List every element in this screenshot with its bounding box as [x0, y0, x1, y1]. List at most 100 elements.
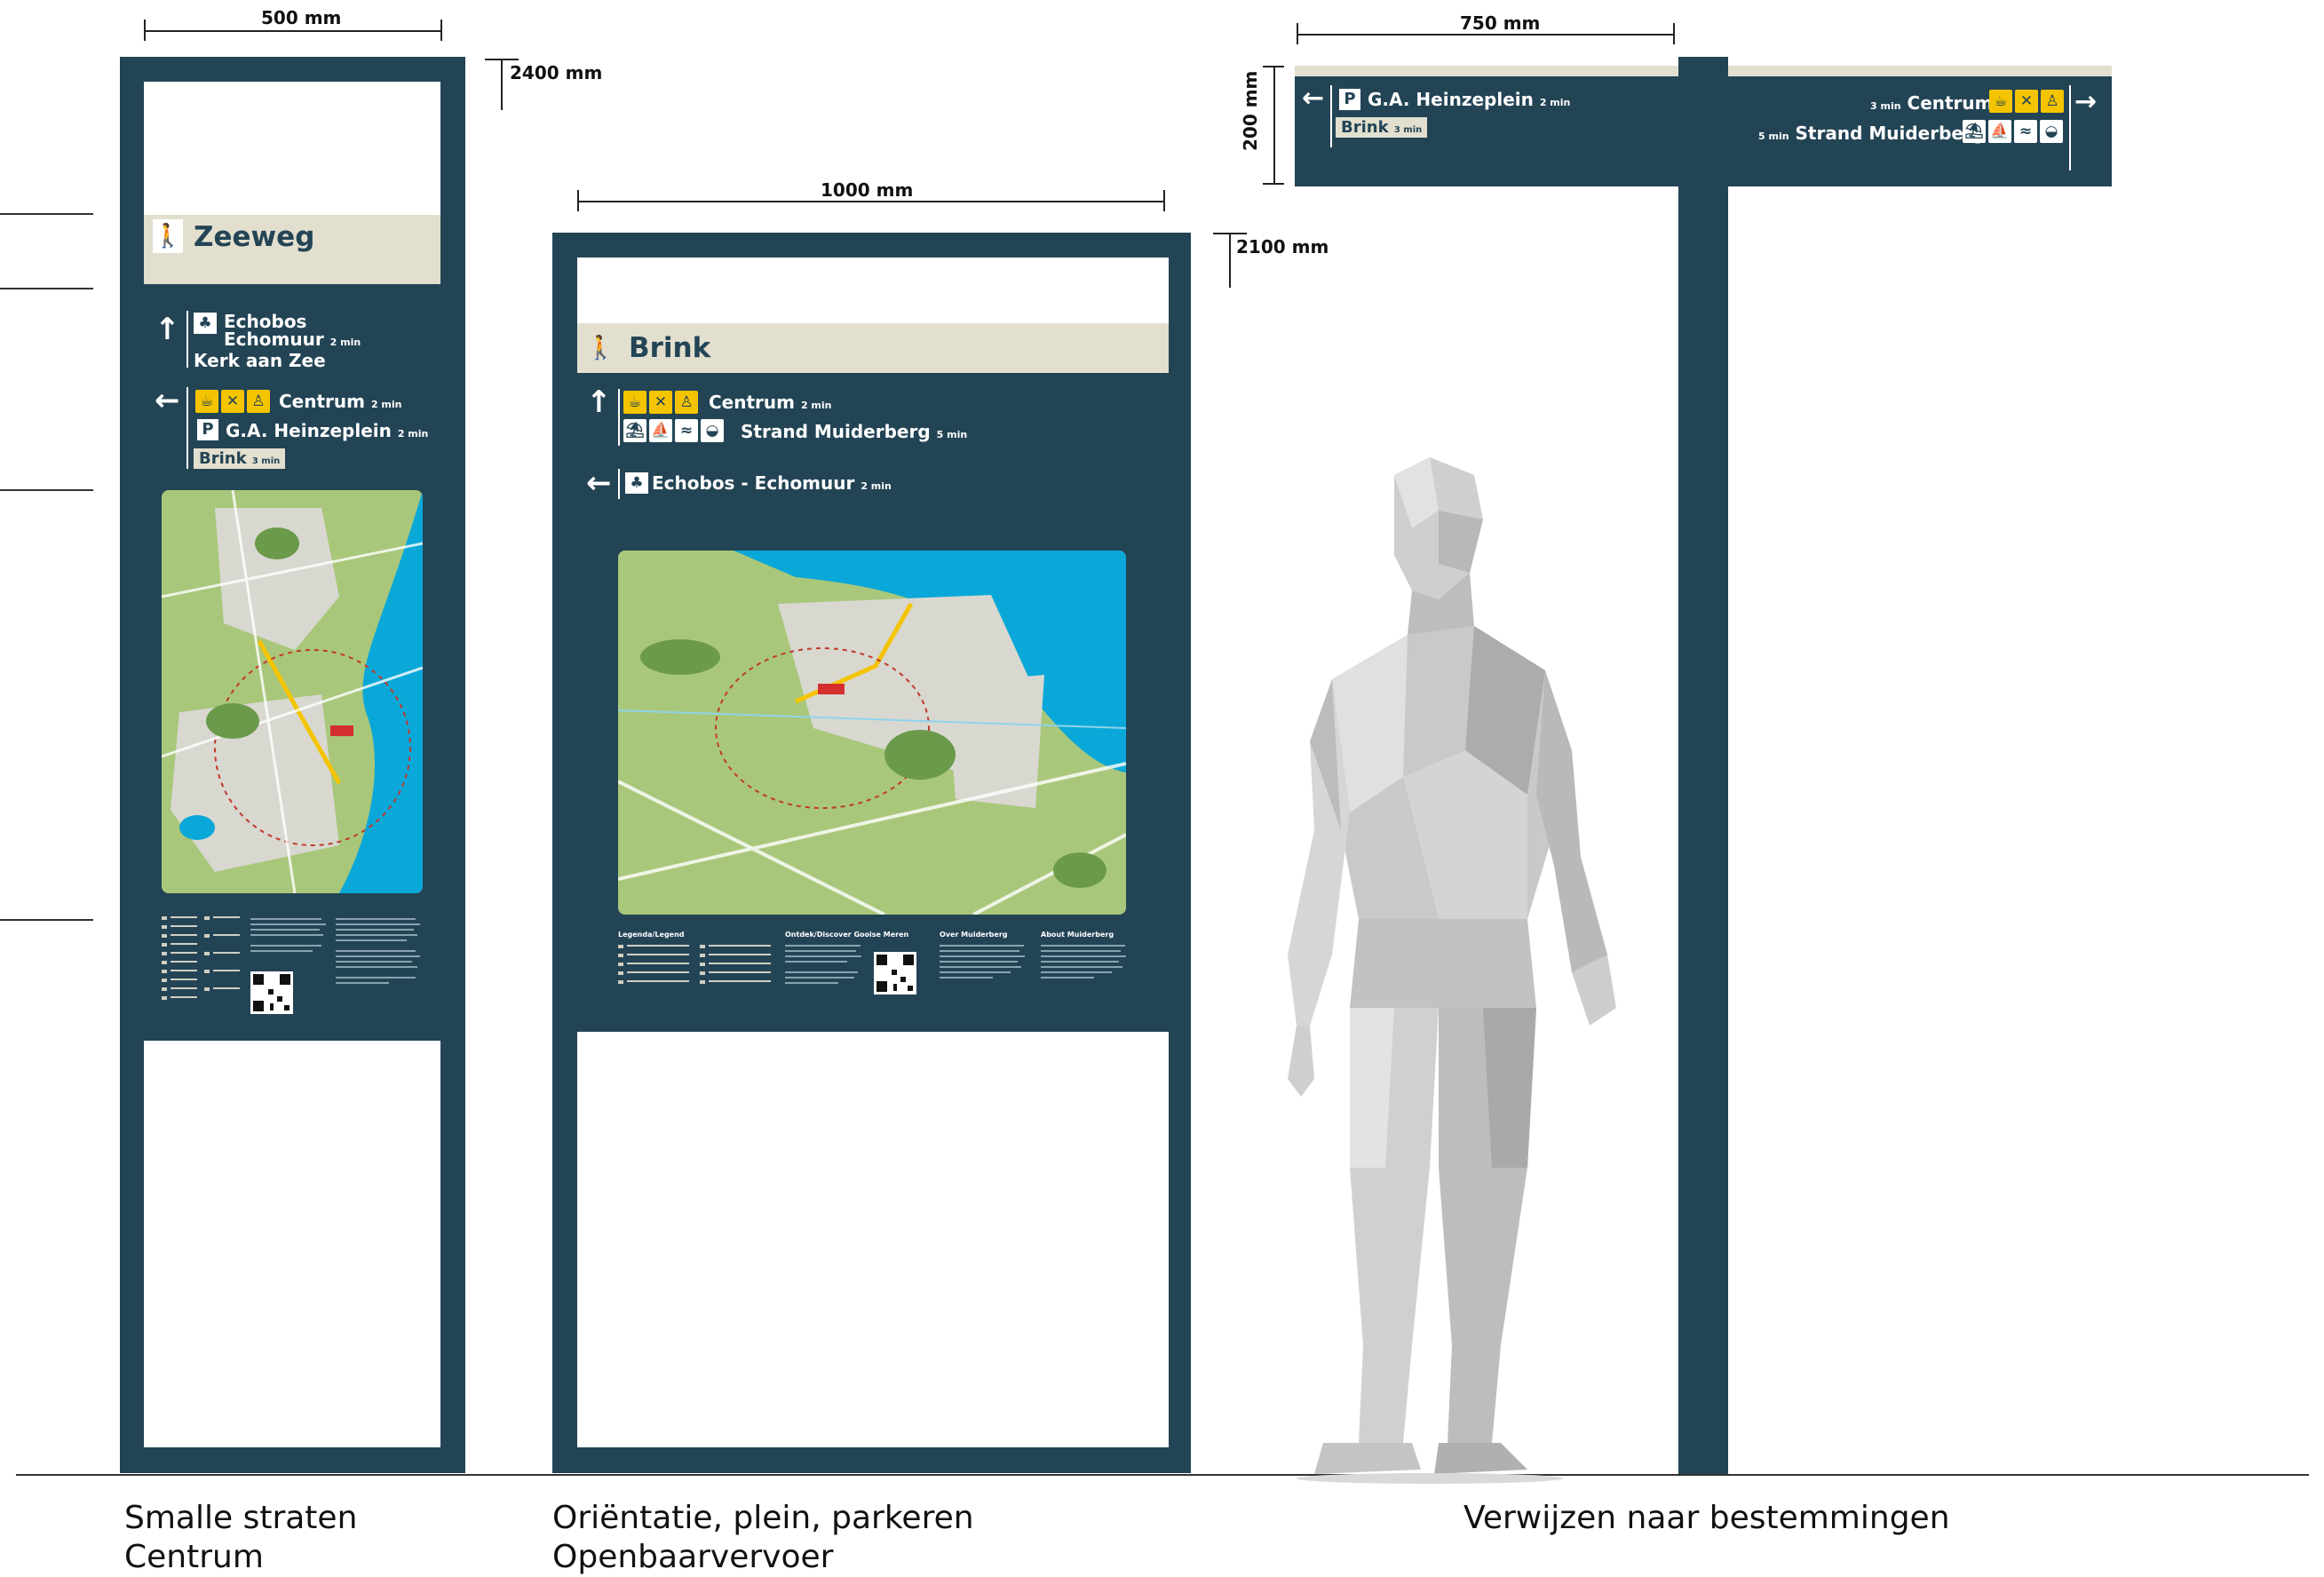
sign3-dest-heinzeplein: G.A. Heinzeplein 2 min [1368, 89, 1570, 110]
guide-line [0, 213, 93, 215]
sign3-width-label: 750 mm [1460, 12, 1541, 34]
dimension-line [577, 201, 1165, 202]
cutlery-icon: ✕ [649, 391, 672, 414]
coffee-icon: ☕ [623, 391, 646, 414]
dest-time: 3 min [1393, 125, 1423, 135]
sign1-height-label: 2400 mm [510, 62, 603, 83]
sign2-info-text-4 [1041, 943, 1130, 993]
dest-label: G.A. Heinzeplein [1368, 89, 1534, 110]
dimension-tick [1263, 183, 1284, 185]
dimension-tick [440, 20, 442, 41]
sign2-info-text-3 [940, 943, 1028, 993]
caption-sign2-line1: Oriëntatie, plein, parkeren [552, 1500, 974, 1536]
sign2-top-panel [577, 258, 1169, 323]
sign1-info-text [250, 915, 330, 968]
dimension-tick [1263, 66, 1284, 67]
sign1-dest-centrum: Centrum 2 min [279, 391, 402, 412]
swim-icon: ≈ [2014, 120, 2037, 143]
dest-time: 2 min [397, 428, 429, 440]
qr-code-icon [250, 971, 293, 1014]
sign3-dest-brink: Brink 3 min [1336, 117, 1428, 138]
dest-time: 3 min [251, 456, 281, 466]
dimension-tick [485, 59, 519, 60]
dest-label: Strand Muiderberg [741, 421, 931, 442]
dest-label: Echomuur [224, 329, 324, 350]
sign2-info-heading-1: Legenda/Legend [618, 931, 685, 939]
sign2-title: Brink [629, 332, 711, 364]
sign2-bottom-panel [577, 1032, 1169, 1447]
sign1-top-panel [144, 82, 440, 215]
dest-time: 5 min [1758, 131, 1789, 142]
sign1-bottom-panel [144, 1041, 440, 1447]
dest-time: 2 min [329, 337, 361, 348]
sign3-height-label: 200 mm [1240, 70, 1261, 151]
arrow-left-icon: ← [155, 383, 180, 418]
sign3-left-arm-top-strip [1295, 66, 1678, 76]
sign1-width-label: 500 mm [261, 7, 342, 28]
divider [186, 387, 188, 469]
sign1-info-text-2 [336, 915, 424, 1012]
sign2-info-heading-3: Over Muiderberg [940, 931, 1008, 939]
dest-label: Centrum [279, 391, 365, 412]
sign1-dest-kerk: Kerk aan Zee [194, 350, 326, 371]
beach-icon: ⛱ [1963, 120, 1986, 143]
dest-label: Brink [1341, 118, 1389, 137]
caption-sign2-line2: Openbaarvervoer [552, 1539, 834, 1575]
dimension-line [1297, 34, 1675, 36]
sign2-map [618, 551, 1126, 915]
dimension-tick [577, 190, 579, 211]
dest-label: Centrum [1907, 92, 1994, 114]
sign2-pictos-top: ☕ ✕ ♙ [623, 391, 698, 414]
dimension-tick [144, 20, 146, 41]
beach-icon: ⛱ [623, 419, 646, 442]
sign2-pictos-bottom: ⛱ ⛵ ≈ ◒ [623, 419, 724, 442]
arrow-left-icon: ← [586, 465, 612, 501]
sign1-dest-brink: Brink 3 min [194, 448, 286, 469]
dest-label: Echobos - Echomuur [652, 472, 855, 494]
cutlery-icon: ✕ [221, 390, 244, 413]
dest-time: 2 min [861, 480, 892, 492]
shell-icon: ◒ [2040, 120, 2063, 143]
sign2-width-label: 1000 mm [821, 179, 914, 201]
caption-sign3: Verwijzen naar bestemmingen [1463, 1500, 1950, 1536]
tree-icon: ♣ [194, 313, 217, 334]
divider [186, 311, 188, 368]
dimension-tick [1673, 23, 1675, 44]
dimension-line [144, 30, 442, 32]
sign2-info-heading-4: About Muiderberg [1041, 931, 1114, 939]
sign2-info-text-2 [785, 943, 865, 993]
coffee-icon: ☕ [195, 390, 218, 413]
ground-line [16, 1474, 2309, 1476]
guide-line [0, 919, 93, 921]
dimension-tick [1297, 23, 1298, 44]
sign3-post [1678, 57, 1728, 1474]
human-scale-figure [1261, 457, 1616, 1487]
sign1-title: Zeeweg [194, 221, 315, 253]
sailing-icon: ⛵ [649, 419, 672, 442]
arrow-left-icon: ← [1302, 83, 1325, 114]
pedestrian-icon: 🚶 [586, 335, 615, 361]
divider [618, 469, 620, 499]
sign1-map [162, 490, 423, 893]
dest-label: Strand Muiderberg [1795, 123, 1986, 144]
monument-icon: ♙ [2041, 90, 2064, 113]
guide-line [0, 288, 93, 289]
sign2-legend [618, 943, 778, 993]
shell-icon: ◒ [701, 419, 724, 442]
parking-icon: P [1337, 87, 1362, 112]
swim-icon: ≈ [675, 419, 698, 442]
caption-sign1-line2: Centrum [124, 1539, 264, 1575]
parking-icon: P [195, 417, 220, 442]
monument-icon: ♙ [675, 391, 698, 414]
dimension-tick [1163, 190, 1165, 211]
arrow-up-icon: ↑ [586, 384, 612, 420]
sign3-dest-strand: 5 min Strand Muiderberg [1758, 123, 1985, 144]
guide-line [0, 489, 93, 491]
dimension-line [1273, 66, 1275, 185]
qr-code-icon [874, 952, 916, 995]
dest-time: 2 min [370, 399, 402, 410]
dest-label: G.A. Heinzeplein [226, 420, 392, 441]
tree-icon: ♣ [625, 472, 648, 494]
dest-time: 2 min [800, 400, 832, 411]
arrow-up-icon: ↑ [155, 312, 180, 347]
